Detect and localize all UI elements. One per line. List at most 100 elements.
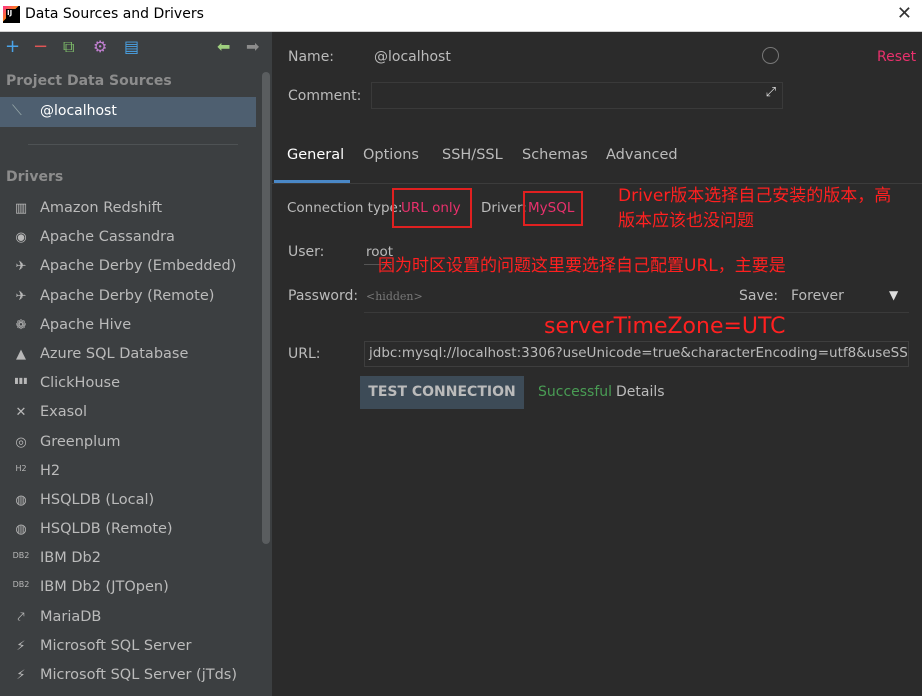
url-annotation: 因为时区设置的问题这里要选择自己配置URL，主要是 [378,256,786,276]
mssql-icon: ⚡ [16,668,26,683]
connection-type-highlight [392,188,472,228]
tab-active-indicator [274,180,350,183]
driver-label: Microsoft SQL Server (jTds) [40,667,238,683]
driver-item[interactable]: ▲ Azure SQL Database [0,341,256,370]
url-field[interactable]: jdbc:mysql://localhost:3306?useUnicode=t… [364,341,909,367]
driver-label: Apache Cassandra [40,229,175,246]
data-source-item-localhost[interactable]: ⟍ @localhost [0,97,256,127]
test-connection-label: TEST CONNECTION [368,384,516,400]
driver-label: MariaDB [40,608,102,625]
driver-label: IBM Db2 (JTOpen) [40,579,169,596]
sidebar-toolbar: + − ⧉ ⚙ ▤ ⬅ ➡ [0,32,272,64]
driver-label: IBM Db2 [40,550,101,567]
comment-label: Comment: [288,88,362,104]
driver-label: Apache Derby (Embedded) [40,258,237,275]
mariadb-icon: ⤤ [17,609,25,625]
driver-item[interactable]: ◉ Apache Cassandra [0,224,256,253]
color-circle-icon[interactable] [762,47,779,64]
tab-advanced[interactable]: Advanced [606,147,678,163]
drivers-list: ▥ Amazon Redshift ◉ Apache Cassandra ✈ Apache… [0,195,256,691]
driver-label: ClickHouse [40,375,120,392]
intellij-app-icon [3,6,20,23]
duplicate-icon[interactable]: ⧉ [63,37,74,57]
connection-icon: ⟍ [12,103,22,119]
url-value: jdbc:mysql://localhost:3306?useUnicode=t… [369,345,908,361]
tab-general[interactable]: General [287,147,344,163]
file-icon[interactable]: ▤ [124,37,139,57]
driver-label: Amazon Redshift [40,200,163,216]
driver-item[interactable]: ✕ Exasol [0,399,256,428]
remove-icon[interactable]: − [33,37,48,57]
driver-label: Azure SQL Database [40,345,189,362]
chevron-down-icon[interactable]: ▼ [889,288,898,302]
driver-item[interactable]: ▮▮▮ ClickHouse [0,370,256,399]
driver-item[interactable]: ◍ HSQLDB (Local) [0,487,256,516]
driver-annotation-line2: 版本应该也没问题 [618,211,754,231]
derby-icon: ✈ [15,288,27,304]
driver-item[interactable]: ❁ Apache Hive [0,312,256,341]
expand-icon[interactable]: ⤢ [766,85,776,100]
driver-item[interactable]: ◍ HSQLDB (Remote) [0,516,256,545]
driver-item[interactable]: ✈ Apache Derby (Remote) [0,283,256,312]
driver-item[interactable]: H2 H2 [0,458,256,487]
title-bar: Data Sources and Drivers ✕ [0,0,922,32]
driver-item[interactable]: ✈ Apache Derby (Embedded) [0,253,256,282]
driver-label: H2 [40,462,61,479]
redshift-icon: ▥ [14,201,28,216]
driver-item[interactable]: ▥ Amazon Redshift [0,195,256,224]
password-label: Password: [288,288,359,304]
add-icon[interactable]: + [5,37,20,57]
connection-type-label: Connection type: [287,200,403,216]
connection-form: Name: @localhost Reset Comment: ⤢ Genera… [272,32,922,696]
driver-item[interactable]: DB2 IBM Db2 (JTOpen) [0,574,256,603]
sidebar: + − ⧉ ⚙ ▤ ⬅ ➡ Project Data Sources ⟍ @lo… [0,32,272,696]
cassandra-icon: ◉ [15,230,27,246]
driver-highlight [523,191,583,226]
timezone-annotation: serverTimeZone=UTC [544,314,786,339]
driver-label: Apache Hive [40,316,132,333]
user-label: User: [288,244,325,260]
reset-link[interactable]: Reset [877,49,916,65]
tab-ssh-ssl[interactable]: SSH/SSL [442,147,503,163]
close-icon[interactable]: ✕ [897,3,912,24]
clickhouse-icon: ▮▮▮ [14,376,28,386]
greenplum-icon: ◎ [15,434,27,450]
azure-icon: ▲ [16,346,26,362]
driver-annotation-line1: Driver版本选择自己安装的版本，高 [618,186,892,206]
sidebar-scrollbar[interactable] [262,72,270,544]
h2-icon: H2 [15,463,27,473]
gear-icon[interactable]: ⚙ [93,37,107,57]
test-connection-button[interactable]: TEST CONNECTION [360,376,524,409]
name-label: Name: [288,49,335,65]
tab-schemas[interactable]: Schemas [522,147,588,163]
driver-item[interactable]: ⚡ Microsoft SQL Server (jTds) [0,662,256,691]
tab-options[interactable]: Options [363,147,419,163]
name-field[interactable]: @localhost [374,49,451,65]
driver-item[interactable]: ⤤ MariaDB [0,604,256,633]
driver-label: Driver: [481,200,527,216]
mssql-icon: ⚡ [16,638,26,654]
save-label: Save: [739,288,779,304]
drivers-label: Drivers [6,169,64,185]
hsqldb-icon: ◍ [15,522,27,538]
password-field[interactable]: <hidden> [366,290,423,303]
driver-label: Exasol [40,404,88,421]
hsqldb-icon: ◍ [15,492,27,508]
ibm-db2-icon: DB2 [12,551,30,561]
derby-icon: ✈ [15,259,27,275]
comment-field[interactable]: ⤢ [371,82,783,109]
save-dropdown[interactable]: Forever [791,288,844,304]
driver-item[interactable]: ⚡ Microsoft SQL Server [0,633,256,662]
hive-icon: ❁ [15,317,27,333]
exasol-icon: ✕ [15,405,27,421]
driver-label: Greenplum [40,433,121,450]
driver-item[interactable]: DB2 IBM Db2 [0,545,256,574]
url-label: URL: [288,346,321,362]
details-link[interactable]: Details [616,384,665,400]
driver-label: Microsoft SQL Server [40,637,192,654]
driver-label: HSQLDB (Remote) [40,521,173,538]
driver-label: HSQLDB (Local) [40,491,155,508]
forward-arrow-icon[interactable]: ➡ [246,37,259,57]
back-arrow-icon[interactable]: ⬅ [217,37,230,57]
driver-item[interactable]: ◎ Greenplum [0,429,256,458]
